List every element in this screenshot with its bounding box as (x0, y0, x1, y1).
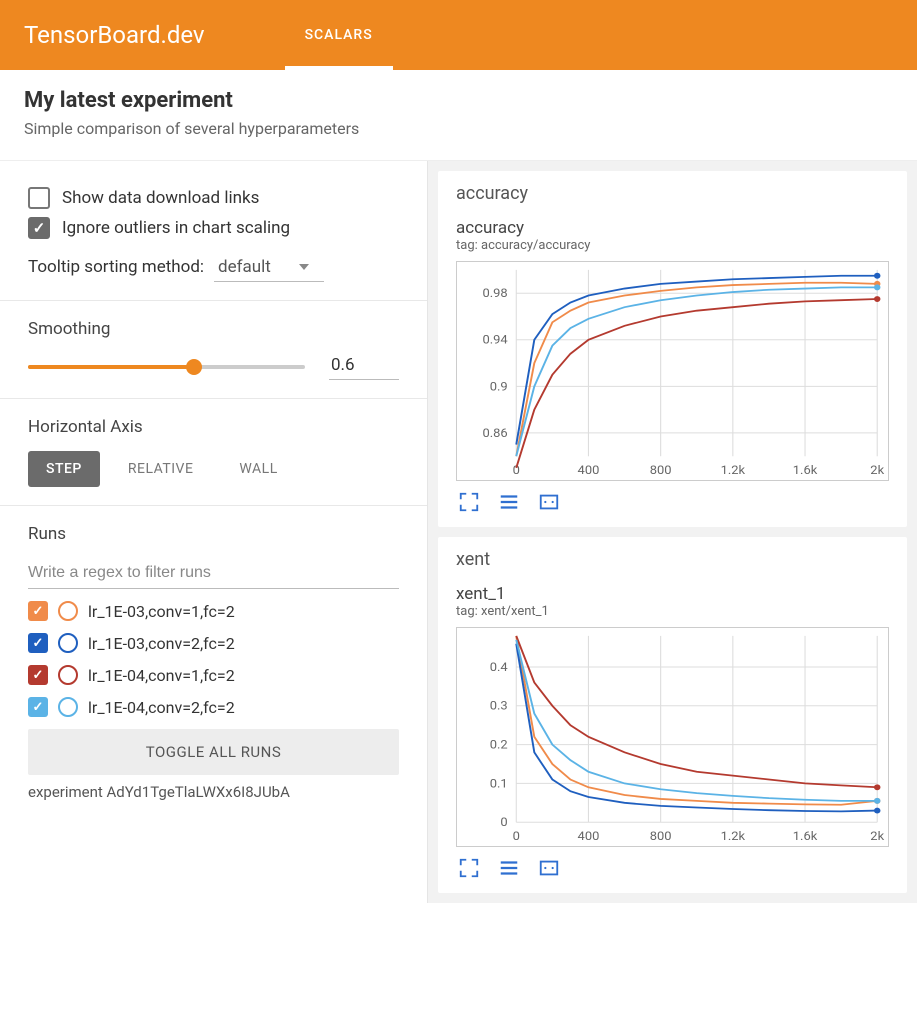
svg-text:0: 0 (500, 816, 507, 830)
run-color-swatch (58, 601, 78, 621)
svg-text:0.86: 0.86 (482, 426, 507, 440)
tooltip-sort-select[interactable]: default (214, 255, 324, 282)
svg-text:0.94: 0.94 (482, 333, 507, 347)
ignore-outliers-checkbox[interactable] (28, 217, 50, 239)
run-checkbox[interactable] (28, 697, 48, 717)
svg-text:400: 400 (578, 830, 600, 844)
horizontal-axis-label: Horizontal Axis (28, 417, 399, 437)
accuracy-chart-title: accuracy (456, 218, 889, 238)
runs-label: Runs (28, 524, 399, 544)
svg-text:2k: 2k (870, 464, 885, 478)
xent-chart[interactable]: 0 400 800 1.2k 1.6k 2k 0 0.1 0.2 0.3 0.4 (456, 627, 889, 847)
run-name: lr_1E-04,conv=2,fc=2 (88, 698, 235, 717)
runs-filter-input[interactable] (28, 558, 399, 589)
main-panel: accuracy accuracy tag: accuracy/accuracy… (428, 161, 917, 903)
accuracy-chart[interactable]: 04008001.2k1.6k2k0.860.90.940.98 (456, 261, 889, 481)
horizontal-axis-section: Horizontal Axis STEP RELATIVE WALL (0, 399, 427, 506)
svg-text:1.2k: 1.2k (721, 464, 746, 478)
axis-step-button[interactable]: STEP (28, 451, 100, 487)
svg-text:800: 800 (650, 830, 672, 844)
run-row: lr_1E-04,conv=1,fc=2 (28, 665, 399, 685)
run-checkbox[interactable] (28, 633, 48, 653)
run-row: lr_1E-03,conv=1,fc=2 (28, 601, 399, 621)
xent-card: xent xent_1 tag: xent/xent_1 0 400 800 1.2k… (438, 537, 907, 893)
xent-chart-tag: tag: xent/xent_1 (456, 604, 889, 619)
svg-text:1.2k: 1.2k (721, 830, 746, 844)
brand: TensorBoard.dev (24, 21, 205, 49)
nav-tabs: SCALARS (285, 0, 393, 70)
app-header: TensorBoard.dev SCALARS (0, 0, 917, 70)
axis-wall-button[interactable]: WALL (221, 451, 295, 487)
svg-text:0.4: 0.4 (490, 660, 508, 674)
accuracy-card: accuracy accuracy tag: accuracy/accuracy… (438, 171, 907, 527)
svg-text:0: 0 (513, 830, 520, 844)
experiment-id: experiment AdYd1TgeTlaLWXx6I8JUbA (28, 783, 399, 801)
show-download-links-checkbox[interactable] (28, 187, 50, 209)
svg-text:1.6k: 1.6k (793, 464, 818, 478)
xent-chart-title: xent_1 (456, 584, 889, 604)
svg-text:0.1: 0.1 (490, 777, 508, 791)
svg-text:400: 400 (578, 464, 600, 478)
run-name: lr_1E-03,conv=1,fc=2 (88, 602, 235, 621)
fit-icon[interactable] (536, 491, 562, 513)
run-name: lr_1E-04,conv=1,fc=2 (88, 666, 235, 685)
expand-icon[interactable] (456, 857, 482, 879)
smoothing-section: Smoothing 0.6 (0, 301, 427, 399)
chevron-down-icon (299, 264, 309, 270)
run-checkbox[interactable] (28, 665, 48, 685)
run-checkbox[interactable] (28, 601, 48, 621)
accuracy-chart-tag: tag: accuracy/accuracy (456, 238, 889, 253)
tooltip-sort-label: Tooltip sorting method: (28, 257, 204, 277)
experiment-description: Simple comparison of several hyperparame… (24, 119, 893, 138)
run-row: lr_1E-03,conv=2,fc=2 (28, 633, 399, 653)
axis-relative-button[interactable]: RELATIVE (110, 451, 212, 487)
xent-section-title: xent (456, 549, 889, 570)
tooltip-sort-value: default (218, 257, 271, 277)
general-controls: Show data download links Ignore outliers… (0, 161, 427, 301)
ignore-outliers-label: Ignore outliers in chart scaling (62, 218, 290, 238)
svg-text:0.9: 0.9 (490, 380, 508, 394)
svg-text:0.3: 0.3 (490, 699, 508, 713)
run-name: lr_1E-03,conv=2,fc=2 (88, 634, 235, 653)
fit-icon[interactable] (536, 857, 562, 879)
experiment-title: My latest experiment (24, 88, 893, 113)
run-color-swatch (58, 633, 78, 653)
toggle-all-runs-button[interactable]: TOGGLE ALL RUNS (28, 729, 399, 775)
expand-icon[interactable] (456, 491, 482, 513)
svg-text:1.6k: 1.6k (793, 830, 818, 844)
title-bar: My latest experiment Simple comparison o… (0, 70, 917, 161)
accuracy-section-title: accuracy (456, 183, 889, 204)
run-color-swatch (58, 665, 78, 685)
show-download-links-label: Show data download links (62, 188, 259, 208)
run-color-swatch (58, 697, 78, 717)
list-icon[interactable] (496, 491, 522, 513)
tab-scalars[interactable]: SCALARS (285, 0, 393, 70)
svg-text:2k: 2k (870, 830, 885, 844)
sidebar: Show data download links Ignore outliers… (0, 161, 428, 903)
smoothing-slider[interactable] (28, 365, 305, 369)
run-row: lr_1E-04,conv=2,fc=2 (28, 697, 399, 717)
smoothing-value[interactable]: 0.6 (329, 353, 399, 380)
svg-text:0.98: 0.98 (482, 287, 507, 301)
svg-text:800: 800 (650, 464, 672, 478)
smoothing-label: Smoothing (28, 319, 399, 339)
svg-text:0.2: 0.2 (490, 738, 508, 752)
list-icon[interactable] (496, 857, 522, 879)
runs-section: Runs lr_1E-03,conv=1,fc=2 lr_1E-03,conv=2… (0, 506, 427, 819)
